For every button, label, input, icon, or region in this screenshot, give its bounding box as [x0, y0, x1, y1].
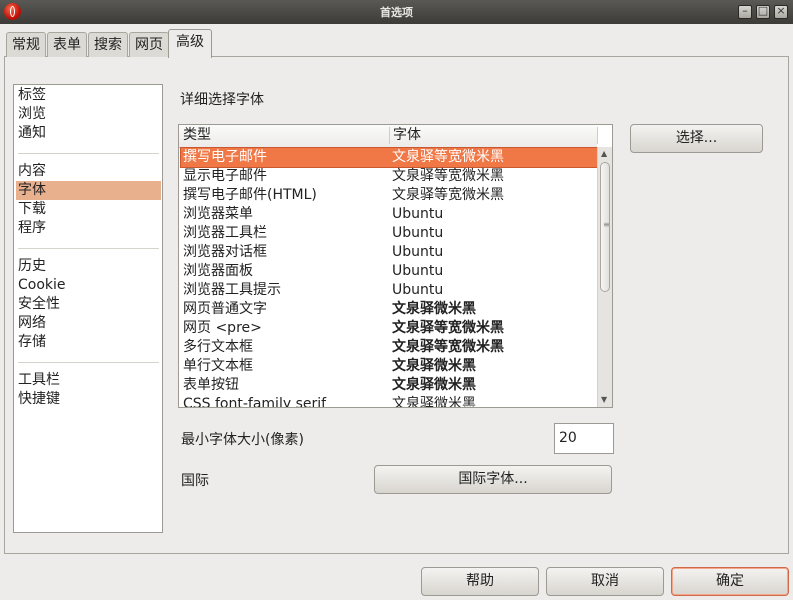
row-font-cell: 文泉驿等宽微米黑: [392, 320, 504, 336]
row-type-cell: 单行文本框: [183, 358, 253, 374]
min-font-size-label: 最小字体大小(像素): [181, 432, 304, 448]
cancel-button[interactable]: 取消: [546, 567, 664, 596]
tab-forms[interactable]: 表单: [47, 32, 87, 57]
column-header-font[interactable]: 字体: [389, 125, 597, 146]
table-row[interactable]: 浏览器工具提示 Ubuntu: [181, 281, 597, 300]
row-type-cell: 撰写电子邮件(HTML): [183, 187, 317, 203]
choose-font-button[interactable]: 选择...: [630, 124, 763, 153]
international-fonts-button[interactable]: 国际字体...: [374, 465, 612, 494]
font-list[interactable]: 类型 字体 撰写电子邮件 文泉驿等宽微米黑 显示电子邮件 文泉驿等宽微米黑 撰写电子邮件…: [178, 124, 613, 408]
row-font-cell: 文泉驿等宽微米黑: [392, 168, 504, 184]
table-row[interactable]: 撰写电子邮件 文泉驿等宽微米黑: [180, 147, 598, 168]
sidebar-item-programs[interactable]: 程序: [18, 219, 46, 238]
ok-button[interactable]: 确定: [671, 567, 789, 596]
sidebar-item-content[interactable]: 内容: [18, 162, 46, 181]
min-font-size-input[interactable]: 20: [554, 423, 614, 454]
sidebar-item-history[interactable]: 历史: [18, 257, 46, 276]
row-font-cell: 文泉驿等宽微米黑: [392, 149, 504, 165]
maximize-button[interactable]: □: [756, 4, 770, 19]
table-row[interactable]: 显示电子邮件 文泉驿等宽微米黑: [181, 167, 597, 186]
column-header-type[interactable]: 类型: [179, 125, 389, 146]
grip-icon: ≡: [603, 220, 610, 229]
scroll-down-arrow-icon[interactable]: ▼: [601, 395, 607, 404]
row-font-cell: 文泉驿微米黑: [392, 377, 476, 393]
row-font-cell: Ubuntu: [392, 225, 444, 241]
close-icon: ×: [776, 4, 786, 17]
row-type-cell: 撰写电子邮件: [183, 149, 267, 165]
sidebar-divider: [18, 153, 159, 154]
table-row[interactable]: 浏览器工具栏 Ubuntu: [181, 224, 597, 243]
row-font-cell: Ubuntu: [392, 244, 444, 260]
sidebar-item-security[interactable]: 安全性: [18, 295, 60, 314]
table-row[interactable]: CSS font-family serif 文泉驿微米黑: [181, 395, 597, 408]
sidebar-item-cookies[interactable]: Cookie: [18, 276, 66, 295]
sidebar-item-browsing[interactable]: 浏览: [18, 105, 46, 124]
row-type-cell: 显示电子邮件: [183, 168, 267, 184]
minimize-icon: –: [742, 4, 748, 17]
sidebar-item-network[interactable]: 网络: [18, 314, 46, 333]
row-type-cell: 浏览器对话框: [183, 244, 267, 260]
sidebar-item-fonts[interactable]: 字体: [16, 181, 161, 200]
maximize-icon: □: [757, 4, 769, 17]
sidebar-item-storage[interactable]: 存储: [18, 333, 46, 352]
sidebar-item-toolbars[interactable]: 工具栏: [18, 371, 60, 390]
row-type-cell: 浏览器菜单: [183, 206, 253, 222]
sidebar-item-tabs[interactable]: 标签: [18, 86, 46, 105]
row-font-cell: Ubuntu: [392, 282, 444, 298]
table-row[interactable]: 浏览器面板 Ubuntu: [181, 262, 597, 281]
tab-webpages[interactable]: 网页: [129, 32, 169, 57]
table-row[interactable]: 网页 <pre> 文泉驿等宽微米黑: [181, 319, 597, 338]
row-font-cell: Ubuntu: [392, 206, 444, 222]
minimize-button[interactable]: –: [738, 4, 752, 19]
international-label: 国际: [181, 473, 209, 489]
table-row[interactable]: 多行文本框 文泉驿等宽微米黑: [181, 338, 597, 357]
tab-search[interactable]: 搜索: [88, 32, 128, 57]
row-type-cell: 浏览器工具栏: [183, 225, 267, 241]
section-title: 详细选择字体: [180, 92, 264, 108]
row-font-cell: Ubuntu: [392, 263, 444, 279]
sidebar-divider: [18, 362, 159, 363]
scrollbar-thumb[interactable]: ≡: [600, 162, 610, 292]
sidebar-item-shortcuts[interactable]: 快捷键: [18, 390, 60, 409]
table-row[interactable]: 表单按钮 文泉驿微米黑: [181, 376, 597, 395]
sidebar-item-notifications[interactable]: 通知: [18, 124, 46, 143]
column-divider: [597, 127, 598, 144]
row-type-cell: 表单按钮: [183, 377, 239, 393]
list-header: 类型 字体: [179, 125, 598, 148]
tab-general[interactable]: 常规: [6, 32, 46, 57]
sidebar-item-downloads[interactable]: 下载: [18, 200, 46, 219]
row-font-cell: 文泉驿等宽微米黑: [392, 187, 504, 203]
row-font-cell: 文泉驿微米黑: [392, 358, 476, 374]
row-font-cell: 文泉驿等宽微米黑: [392, 339, 504, 355]
row-font-cell: 文泉驿微米黑: [392, 301, 476, 317]
row-type-cell: 网页普通文字: [183, 301, 267, 317]
close-button[interactable]: ×: [774, 4, 788, 19]
row-type-cell: CSS font-family serif: [183, 396, 327, 408]
scroll-up-arrow-icon[interactable]: ▲: [601, 149, 607, 158]
table-row[interactable]: 浏览器对话框 Ubuntu: [181, 243, 597, 262]
row-type-cell: 浏览器工具提示: [183, 282, 281, 298]
table-row[interactable]: 浏览器菜单 Ubuntu: [181, 205, 597, 224]
row-type-cell: 多行文本框: [183, 339, 253, 355]
sidebar-divider: [18, 248, 159, 249]
vertical-scrollbar[interactable]: ▲ ≡ ▼: [597, 147, 612, 407]
window-title: 首选项: [380, 6, 413, 19]
table-row[interactable]: 撰写电子邮件(HTML) 文泉驿等宽微米黑: [181, 186, 597, 205]
row-type-cell: 浏览器面板: [183, 263, 253, 279]
help-button[interactable]: 帮助: [421, 567, 539, 596]
table-row[interactable]: 网页普通文字 文泉驿微米黑: [181, 300, 597, 319]
row-font-cell: 文泉驿微米黑: [392, 396, 476, 408]
sidebar: 标签 浏览 通知 内容 字体 下载 程序 历史 Cookie 安全性 网络 存储…: [13, 84, 163, 533]
tab-advanced[interactable]: 高级: [168, 29, 212, 58]
table-row[interactable]: 单行文本框 文泉驿微米黑: [181, 357, 597, 376]
row-type-cell: 网页 <pre>: [183, 320, 262, 336]
title-bar: 首选项 – □ ×: [0, 0, 793, 24]
